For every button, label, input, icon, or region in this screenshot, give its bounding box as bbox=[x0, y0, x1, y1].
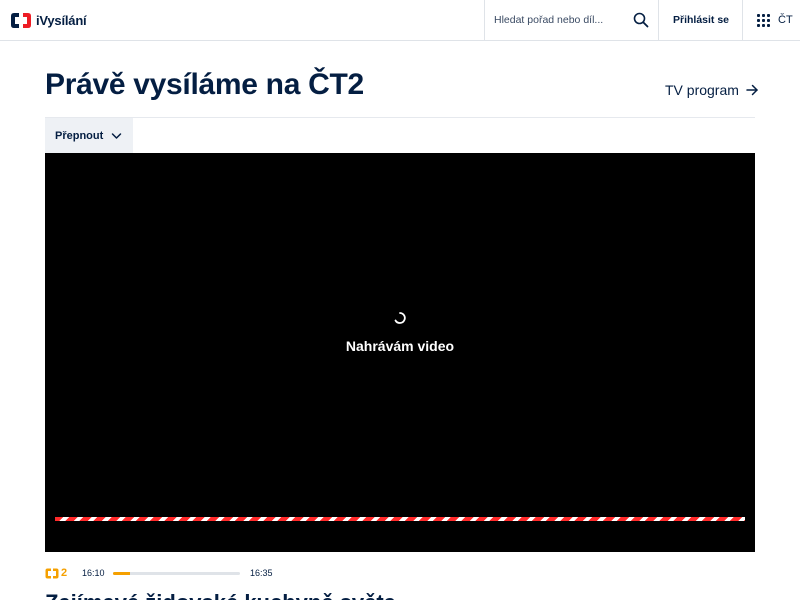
channel-number: 2 bbox=[61, 567, 68, 579]
ivysilani-logo[interactable]: iVysílání bbox=[10, 11, 87, 29]
channel-logo: 2 bbox=[45, 567, 67, 579]
show-title[interactable]: Zajímavé židovské kuchyně světa bbox=[45, 590, 396, 600]
tv-program-link[interactable]: TV program bbox=[665, 82, 759, 98]
switch-label: Přepnout bbox=[55, 129, 104, 142]
logo-text: iVysílání bbox=[36, 12, 87, 28]
site-header: iVysílání Přihlásit se ČT bbox=[0, 0, 800, 41]
login-button[interactable]: Přihlásit se bbox=[660, 0, 743, 40]
title-divider bbox=[45, 117, 755, 118]
broadcast-progress bbox=[113, 572, 240, 575]
broadcast-progress-fill bbox=[113, 572, 130, 575]
ct-menu-label: ČT bbox=[778, 14, 793, 26]
switch-channel-button[interactable]: Přepnout bbox=[45, 118, 133, 153]
tv-program-label: TV program bbox=[665, 82, 739, 98]
start-time: 16:10 bbox=[82, 568, 105, 578]
spinner-icon bbox=[394, 312, 406, 324]
live-stripe bbox=[55, 517, 745, 521]
page-title: Právě vysíláme na ČT2 bbox=[45, 68, 364, 101]
search-input[interactable] bbox=[494, 11, 629, 29]
ct-logo-icon bbox=[45, 568, 59, 578]
arrow-right-icon bbox=[746, 84, 758, 96]
ct-apps-menu[interactable]: ČT bbox=[744, 0, 800, 40]
search-icon[interactable] bbox=[632, 11, 650, 29]
chevron-down-icon bbox=[112, 132, 122, 139]
loading-text: Nahrávám video bbox=[345, 338, 455, 354]
ct-logo-icon bbox=[11, 12, 31, 28]
end-time: 16:35 bbox=[250, 568, 273, 578]
grid-icon bbox=[757, 13, 770, 27]
